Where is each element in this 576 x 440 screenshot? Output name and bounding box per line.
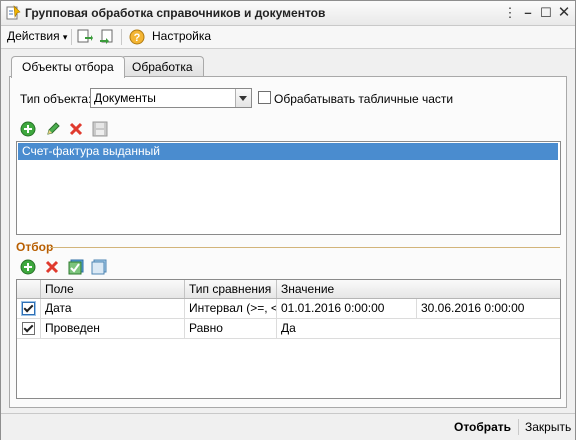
actions-menu-label: Действия [7,29,60,43]
tab-selection-objects[interactable]: Объекты отбора [11,56,125,78]
import-icon[interactable] [77,29,93,45]
list-item-selected[interactable]: Счет-фактура выданный [18,143,558,160]
select-button[interactable]: Отобрать [454,420,511,434]
actions-menu[interactable]: Действия ▾ [7,29,67,43]
export-icon[interactable] [99,29,115,45]
row-value-from[interactable]: 01.01.2016 0:00:00 [277,299,417,318]
object-type-value: Документы [94,91,156,105]
maximize-button[interactable]: ☐ [537,4,555,22]
object-type-select[interactable]: Документы [90,88,252,108]
table-row[interactable]: Дата Интервал (>=, <) 01.01.2016 0:00:00… [17,299,560,319]
column-header-comparison[interactable]: Тип сравнения [185,280,277,298]
row-checkbox[interactable] [22,302,35,315]
row-value-to[interactable]: 30.06.2016 0:00:00 [417,299,560,318]
object-type-label: Тип объекта: [20,92,92,106]
uncheck-all-icon[interactable] [91,259,107,275]
toolbar-separator [121,29,122,45]
filter-group-title: Отбор [16,240,54,254]
edit-icon[interactable] [45,121,61,137]
row-check-cell [17,299,41,318]
close-window-button[interactable]: ✕ [555,4,573,22]
process-tables-label: Обрабатывать табличные части [274,92,454,106]
toolbar: Действия ▾ ? Настройка [1,26,575,49]
window-title: Групповая обработка справочников и докум… [25,6,326,20]
table-header: Поле Тип сравнения Значение [17,280,560,299]
delete-icon[interactable] [68,121,84,137]
group-divider [50,247,560,248]
more-options-icon[interactable]: ⋮ [501,4,519,22]
button-separator [518,419,519,435]
minimize-button[interactable]: – [519,4,537,22]
chevron-down-icon: ▾ [62,32,68,42]
objects-list[interactable]: Счет-фактура выданный [16,141,561,235]
process-tables-checkbox[interactable] [258,91,271,104]
add-icon[interactable] [20,121,36,137]
chevron-down-icon[interactable] [235,89,251,107]
bottom-bar: Отобрать Закрыть [1,413,575,440]
tab-processing[interactable]: Обработка [121,56,204,77]
row-checkbox[interactable] [22,322,35,335]
row-comparison[interactable]: Равно [185,319,277,338]
toolbar-separator [71,29,72,45]
processing-icon [6,5,21,20]
column-header-field[interactable]: Поле [41,280,185,298]
close-button[interactable]: Закрыть [525,420,571,434]
header-check [17,280,41,298]
row-field: Проведен [41,319,185,338]
svg-text:?: ? [134,32,141,44]
row-field: Дата [41,299,185,318]
help-icon[interactable]: ? [129,29,145,45]
table-row[interactable]: Проведен Равно Да [17,319,560,339]
title-bar: Групповая обработка справочников и докум… [1,1,575,26]
delete-filter-icon[interactable] [44,259,60,275]
row-value[interactable]: Да [277,319,560,338]
main-window: Групповая обработка справочников и докум… [0,0,576,440]
add-filter-icon[interactable] [20,259,36,275]
tabs-container: Объекты отбора Обработка Тип объекта: До… [9,56,567,408]
check-all-icon[interactable] [68,259,84,275]
tab-panel-selection: Тип объекта: Документы Обрабатывать табл… [9,76,567,408]
settings-button[interactable]: Настройка [152,29,211,43]
save-icon[interactable] [92,121,108,137]
filter-table: Поле Тип сравнения Значение Дата Интерва… [16,279,561,399]
row-check-cell [17,319,41,338]
column-header-value[interactable]: Значение [277,280,560,298]
row-comparison[interactable]: Интервал (>=, <) [185,299,277,318]
